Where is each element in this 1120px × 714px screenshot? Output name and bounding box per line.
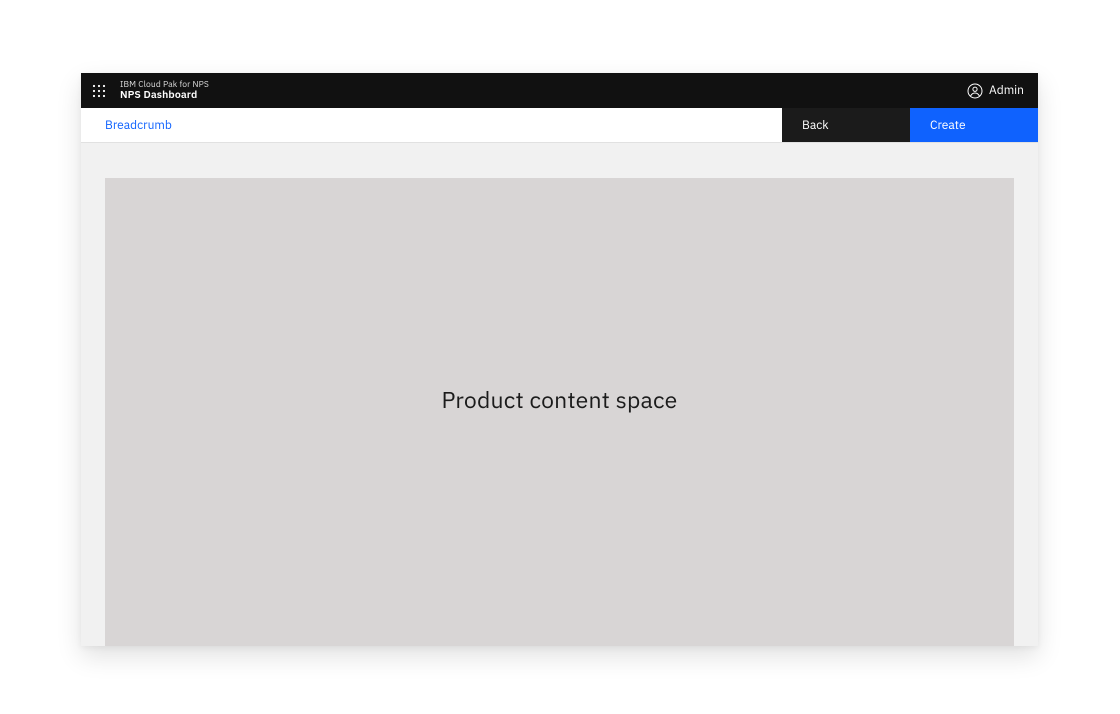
placeholder-text: Product content space <box>441 385 677 415</box>
breadcrumb-region: Breadcrumb <box>81 108 782 142</box>
app-switcher-icon[interactable] <box>90 82 108 100</box>
product-titles: IBM Cloud Pak for NPS NPS Dashboard <box>120 80 209 101</box>
action-bar: Breadcrumb Back Create <box>81 108 1038 143</box>
user-avatar-icon <box>967 83 983 99</box>
create-button-label: Create <box>930 118 966 133</box>
content-area: Product content space <box>81 143 1038 646</box>
user-label: Admin <box>989 83 1024 98</box>
breadcrumb[interactable]: Breadcrumb <box>105 118 172 133</box>
product-name-label: NPS Dashboard <box>120 89 209 101</box>
content-placeholder: Product content space <box>105 178 1014 646</box>
global-header: IBM Cloud Pak for NPS NPS Dashboard Admi… <box>81 73 1038 108</box>
app-frame: IBM Cloud Pak for NPS NPS Dashboard Admi… <box>81 73 1038 646</box>
back-button[interactable]: Back <box>782 108 910 142</box>
back-button-label: Back <box>802 118 829 133</box>
user-menu[interactable]: Admin <box>967 83 1024 99</box>
create-button[interactable]: Create <box>910 108 1038 142</box>
